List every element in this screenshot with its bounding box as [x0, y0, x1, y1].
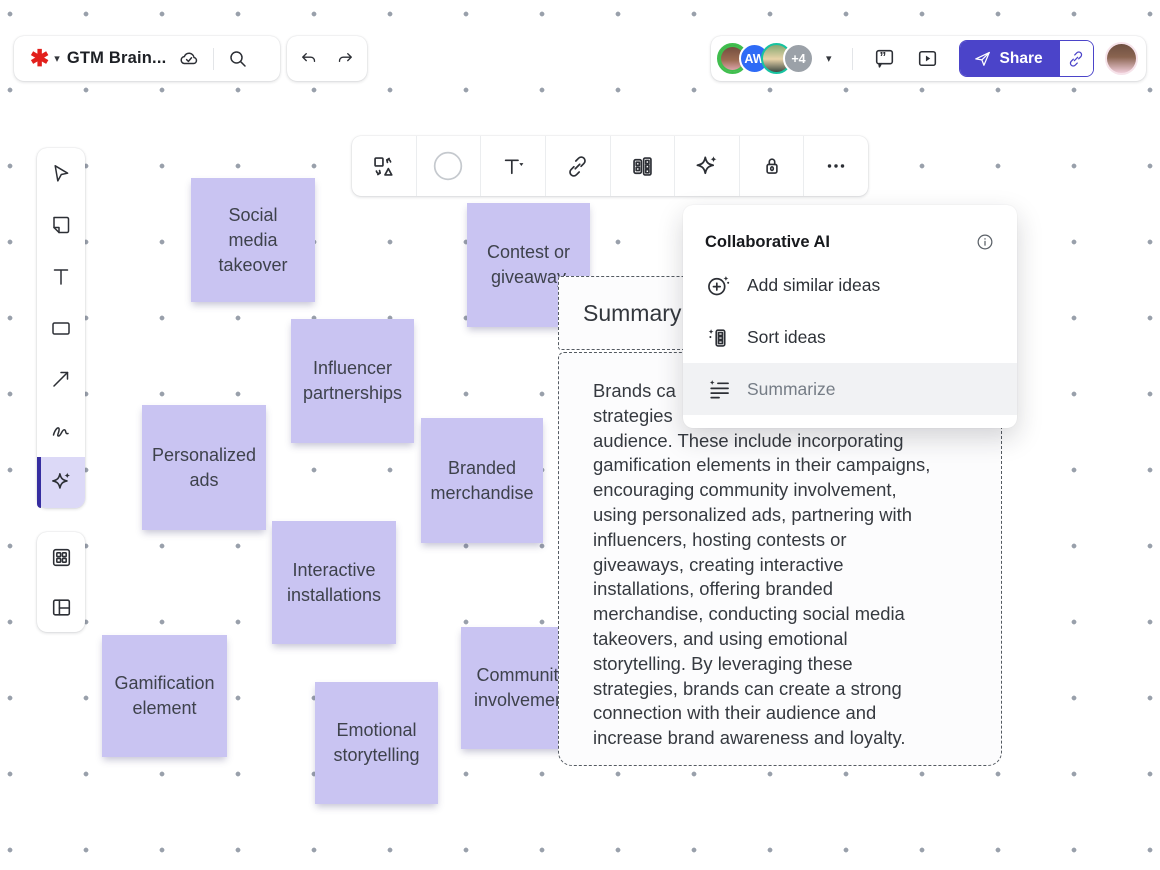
sticky-note[interactable]: Gamification element: [102, 635, 227, 757]
header-right-card: AW +4 ▾ ” Share: [711, 36, 1146, 81]
info-icon[interactable]: [975, 232, 995, 252]
menu-item-summarize[interactable]: Summarize: [683, 363, 1017, 415]
lock-icon: [759, 153, 785, 179]
current-user-avatar[interactable]: [1105, 42, 1138, 75]
menu-item-add-similar-ideas[interactable]: Add similar ideas: [683, 259, 1017, 311]
sticky-note[interactable]: Social media takeover: [191, 178, 315, 302]
menu-item-label: Sort ideas: [747, 327, 826, 348]
secondary-sidebar: [37, 532, 85, 632]
frameworks-tool[interactable]: [37, 582, 85, 632]
cursor-icon: [49, 162, 73, 186]
menu-header: Collaborative AI: [683, 225, 1017, 259]
share-label: Share: [1000, 50, 1043, 68]
menu-item-label: Add similar ideas: [747, 275, 880, 296]
collaborative-ai-menu: Collaborative AI Add similar ideas Sort …: [683, 205, 1017, 428]
cloud-synced-icon: [175, 45, 203, 73]
link-icon: [564, 153, 591, 180]
sparkle-icon: [692, 152, 721, 181]
summarize-icon: [705, 376, 732, 403]
draw-tool[interactable]: [37, 405, 85, 456]
sticky-note[interactable]: Influencer partnerships: [291, 319, 414, 443]
share-button[interactable]: Share: [960, 41, 1059, 76]
whiteboard-canvas[interactable]: Social media takeoverContest or giveaway…: [0, 0, 1160, 870]
undo-button[interactable]: [296, 46, 322, 72]
menu-item-label: Summarize: [747, 379, 836, 400]
link-icon: [1066, 49, 1086, 69]
ellipsis-icon: [823, 153, 849, 179]
copy-link-button[interactable]: [1059, 41, 1094, 76]
avatar-overflow-badge[interactable]: +4: [783, 43, 814, 74]
comments-button[interactable]: ”: [870, 44, 899, 73]
collaborator-avatars[interactable]: AW +4: [717, 43, 814, 74]
divider: [852, 48, 853, 70]
sort-ideas-icon: [705, 324, 732, 351]
scribble-icon: [49, 419, 73, 443]
ai-sparkle-tool[interactable]: [37, 457, 85, 508]
grid-icon: [49, 545, 74, 570]
sticky-note[interactable]: Emotional storytelling: [315, 682, 438, 804]
arrow-tool[interactable]: [37, 354, 85, 405]
rectangle-icon: [49, 316, 73, 340]
redo-button[interactable]: [332, 46, 358, 72]
layout-icon: [49, 595, 74, 620]
object-toolbar: [352, 136, 868, 196]
sticky-note[interactable]: Branded merchandise: [421, 418, 543, 543]
history-card: [287, 36, 367, 81]
sticky-note[interactable]: Personalized ads: [142, 405, 266, 530]
menu-title: Collaborative AI: [705, 233, 975, 252]
header-left-card: ✱ ▾ GTM Brain...: [14, 36, 280, 81]
lock-button[interactable]: [740, 136, 805, 196]
search-button[interactable]: [224, 45, 252, 73]
text-tool[interactable]: [37, 251, 85, 302]
organize-icon: [629, 153, 656, 180]
divider: [213, 48, 214, 70]
chevron-down-icon[interactable]: ▾: [826, 52, 832, 65]
sticky-note-tool[interactable]: [37, 199, 85, 250]
menu-item-sort-ideas[interactable]: Sort ideas: [683, 311, 1017, 363]
ai-sparkle-button[interactable]: [675, 136, 740, 196]
present-button[interactable]: [913, 44, 942, 73]
shape-swap-icon: [370, 153, 397, 180]
sticky-note-icon: [49, 213, 73, 237]
add-similar-ideas-icon: [705, 272, 732, 299]
app-logo-icon[interactable]: ✱: [30, 47, 49, 70]
summary-title: Summary: [583, 300, 681, 327]
link-button[interactable]: [546, 136, 611, 196]
text-style-icon: [500, 153, 527, 180]
chevron-down-icon[interactable]: ▾: [54, 52, 60, 65]
paper-plane-icon: [973, 49, 992, 68]
tools-sidebar: [37, 148, 85, 508]
text-style-button[interactable]: [481, 136, 546, 196]
color-swatch-button[interactable]: [417, 136, 482, 196]
document-title[interactable]: GTM Brain...: [67, 49, 167, 68]
sparkle-icon: [48, 469, 74, 495]
change-shape-button[interactable]: [352, 136, 417, 196]
more-button[interactable]: [804, 136, 868, 196]
organize-button[interactable]: [611, 136, 676, 196]
summary-body-text: Brands ca strategies audience. These inc…: [593, 379, 993, 751]
text-icon: [49, 265, 73, 289]
share-button-group: Share: [959, 40, 1095, 77]
circle-swatch-icon: [432, 150, 464, 182]
arrow-icon: [49, 367, 73, 391]
svg-text:”: ”: [879, 49, 886, 64]
sticky-note[interactable]: Interactive installations: [272, 521, 396, 644]
select-tool[interactable]: [37, 148, 85, 199]
templates-tool[interactable]: [37, 532, 85, 582]
shape-tool[interactable]: [37, 302, 85, 353]
